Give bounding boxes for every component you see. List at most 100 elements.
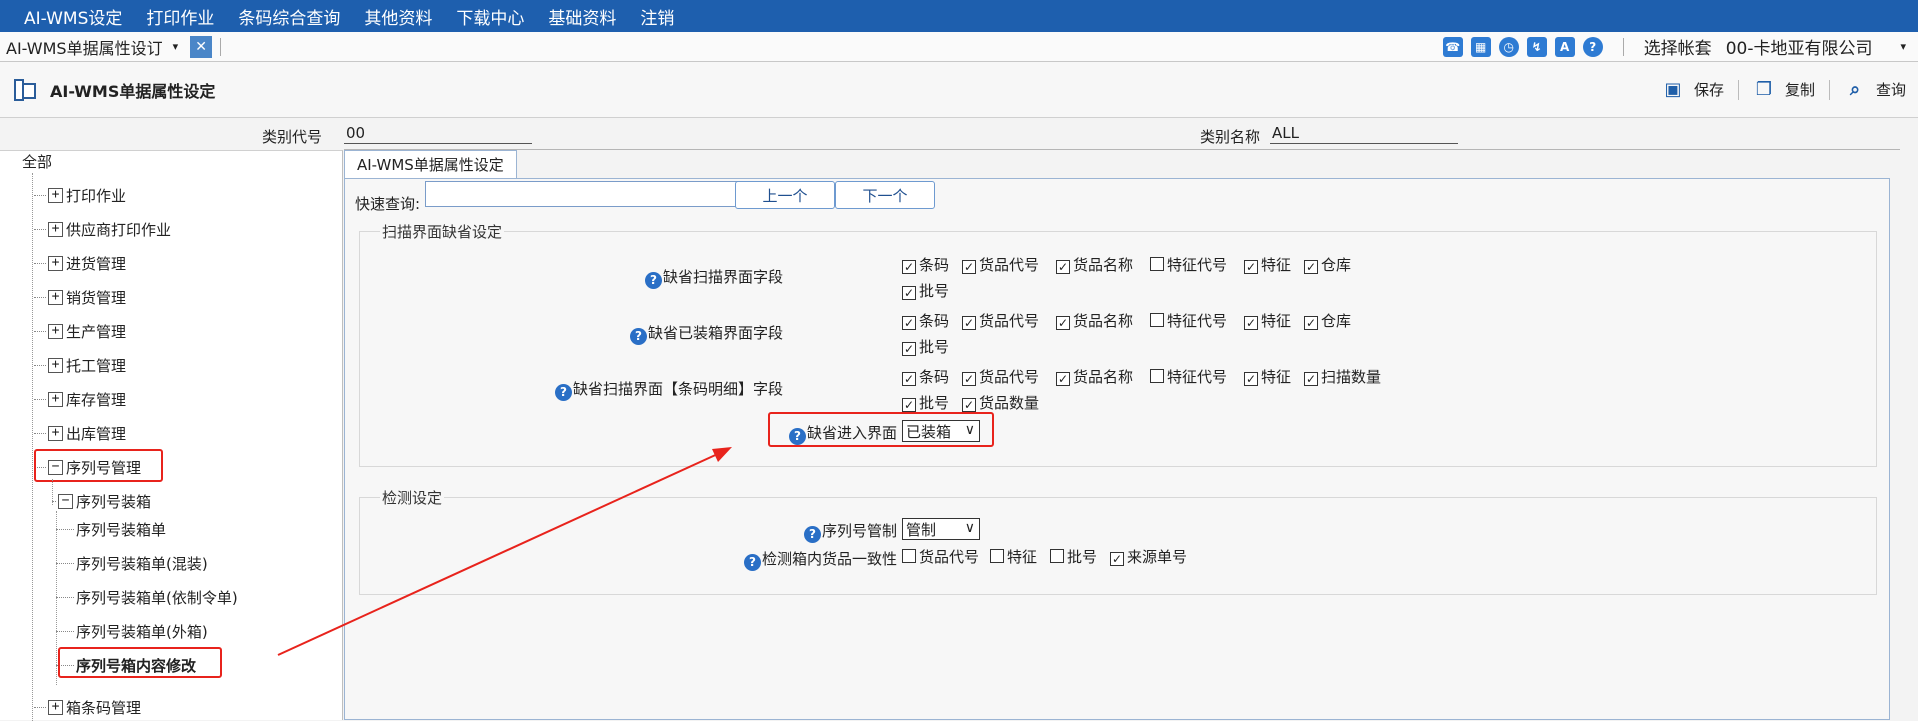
quick-search-label: 快速查询:: [355, 195, 421, 213]
tree-item-serial-packing[interactable]: − 序列号装箱: [52, 491, 151, 512]
menu-barcode-query[interactable]: 条码综合查询: [226, 4, 352, 29]
query-button[interactable]: ⌕ 查询: [1844, 79, 1906, 101]
expand-icon[interactable]: +: [48, 324, 63, 339]
expand-icon[interactable]: +: [48, 426, 63, 441]
checkbox-item-name[interactable]: ✓ 货品名称: [1056, 366, 1133, 387]
save-button[interactable]: ▣ 保存: [1662, 79, 1724, 101]
row-serial-control: ? 序列号管制: [803, 520, 897, 543]
checkbox-feature[interactable]: 特征: [990, 546, 1037, 567]
help-icon[interactable]: ?: [554, 384, 572, 401]
next-button[interactable]: 下一个: [835, 181, 935, 209]
copy-label: 复制: [1784, 81, 1815, 99]
tree-item-print-jobs[interactable]: + 打印作业: [34, 185, 126, 206]
menu-logout[interactable]: 注销: [628, 4, 686, 29]
tree-item-inventory[interactable]: + 库存管理: [34, 389, 126, 410]
checkbox-batch[interactable]: ✓ 批号: [902, 336, 949, 357]
tree-leaf-packing-by-order[interactable]: 序列号装箱单(依制令单): [56, 587, 238, 608]
checkbox-item-name[interactable]: ✓ 货品名称: [1056, 254, 1133, 275]
highlight-box: [58, 647, 222, 678]
tree-root[interactable]: 全部: [22, 151, 52, 172]
checkbox-item-code[interactable]: ✓ 货品代号: [962, 366, 1039, 387]
category-name-field[interactable]: ALL: [1270, 124, 1458, 144]
tree-leaf-packing-list[interactable]: 序列号装箱单: [56, 519, 166, 540]
tree-leaf-packing-outer[interactable]: 序列号装箱单(外箱): [56, 621, 208, 642]
highlight-box: [34, 449, 163, 482]
tree-item-supplier-print[interactable]: + 供应商打印作业: [34, 219, 171, 240]
tree-item-production[interactable]: + 生产管理: [34, 321, 126, 342]
help-icon[interactable]: ?: [629, 328, 647, 345]
checkbox-warehouse[interactable]: ✓ 仓库: [1304, 310, 1351, 331]
checkbox-batch[interactable]: 批号: [1050, 546, 1097, 567]
compass-icon[interactable]: ◷: [1498, 36, 1519, 57]
row-box-consistency: ? 检测箱内货品一致性: [743, 548, 897, 571]
tree-leaf-packing-mixed[interactable]: 序列号装箱单(混装): [56, 553, 208, 574]
checkbox-feature[interactable]: ✓ 特征: [1244, 310, 1291, 331]
checkbox-feature[interactable]: ✓ 特征: [1244, 254, 1291, 275]
account-select[interactable]: 00-卡地亚有限公司: [1726, 34, 1873, 59]
scan-defaults-group: 扫描界面缺省设定 ? 缺省扫描界面字段 ✓ 条码 ✓ 货品代号 ✓ 货品名称 特征代号 …: [359, 221, 1877, 467]
document-tab[interactable]: AI-WMS单据属性设订 ▾ ✕: [0, 32, 222, 61]
close-icon[interactable]: ✕: [190, 35, 213, 58]
tree-item-sales[interactable]: + 销货管理: [34, 287, 126, 308]
checkbox-barcode[interactable]: ✓ 条码: [902, 254, 949, 275]
tree-item-purchase[interactable]: + 进货管理: [34, 253, 126, 274]
expand-icon[interactable]: +: [48, 222, 63, 237]
help-icon[interactable]: ?: [644, 272, 662, 289]
expand-icon[interactable]: +: [48, 290, 63, 305]
checkbox-barcode[interactable]: ✓ 条码: [902, 310, 949, 331]
page-title: AI-WMS单据属性设定: [50, 81, 216, 101]
expand-icon[interactable]: +: [48, 188, 63, 203]
menu-basic-data[interactable]: 基础资料: [536, 4, 628, 29]
checkbox-item-name[interactable]: ✓ 货品名称: [1056, 310, 1133, 331]
font-icon[interactable]: A: [1554, 36, 1575, 57]
checkbox-feature-code[interactable]: 特征代号: [1150, 310, 1227, 331]
checkbox-batch[interactable]: ✓ 批号: [902, 392, 949, 413]
expand-icon[interactable]: +: [48, 256, 63, 271]
help-icon[interactable]: ?: [743, 554, 761, 571]
document-tab-title: AI-WMS单据属性设订: [6, 38, 163, 58]
category-code-field[interactable]: 00: [344, 124, 532, 144]
refresh-icon[interactable]: ↯: [1526, 36, 1547, 57]
serial-control-select[interactable]: 管制 ∨: [902, 518, 980, 540]
help-icon[interactable]: ?: [803, 526, 821, 543]
copy-window-icon: [14, 78, 36, 101]
checkbox-scan-qty[interactable]: ✓ 扫描数量: [1304, 366, 1381, 387]
chevron-down-icon[interactable]: ▾: [1900, 40, 1906, 53]
help-icon[interactable]: ?: [1582, 36, 1603, 57]
query-label: 查询: [1875, 81, 1906, 99]
expand-icon[interactable]: +: [48, 358, 63, 373]
expand-icon[interactable]: +: [48, 392, 63, 407]
tree-item-outsourcing[interactable]: + 托工管理: [34, 355, 126, 376]
search-icon: ⌕: [1849, 79, 1861, 100]
prev-button[interactable]: 上一个: [735, 181, 835, 209]
checkbox-item-qty[interactable]: ✓ 货品数量: [962, 392, 1039, 413]
calendar-icon[interactable]: ▦: [1470, 36, 1491, 57]
menu-print-jobs[interactable]: 打印作业: [134, 4, 226, 29]
checkbox-barcode[interactable]: ✓ 条码: [902, 366, 949, 387]
checkbox-feature-code[interactable]: 特征代号: [1150, 366, 1227, 387]
phone-icon[interactable]: ☎: [1442, 36, 1463, 57]
checkbox-item-code[interactable]: ✓ 货品代号: [962, 310, 1039, 331]
checkbox-item-code[interactable]: ✓ 货品代号: [962, 254, 1039, 275]
tree-item-outbound[interactable]: + 出库管理: [34, 423, 126, 444]
highlight-box: [768, 412, 994, 447]
menu-other-data[interactable]: 其他资料: [352, 4, 444, 29]
collapse-icon[interactable]: −: [58, 494, 73, 509]
expand-icon[interactable]: +: [48, 700, 63, 715]
toolbar-right: ☎ ▦ ◷ ↯ A ? 选择帐套 00-卡地亚有限公司 ▾: [1435, 32, 1918, 61]
checkbox-feature-code[interactable]: 特征代号: [1150, 254, 1227, 275]
menu-ai-wms-settings[interactable]: AI-WMS设定: [12, 4, 134, 29]
menu-download-center[interactable]: 下载中心: [444, 4, 536, 29]
tab-settings[interactable]: AI-WMS单据属性设定: [344, 150, 517, 178]
checkbox-warehouse[interactable]: ✓ 仓库: [1304, 254, 1351, 275]
checkbox-source-no[interactable]: ✓ 来源单号: [1110, 546, 1187, 567]
row-default-scan-fields: ? 缺省扫描界面字段: [644, 266, 783, 289]
quick-search-input[interactable]: [425, 181, 743, 207]
checkbox-batch[interactable]: ✓ 批号: [902, 280, 949, 301]
tab-row: AI-WMS单据属性设订 ▾ ✕ ☎ ▦ ◷ ↯ A ? 选择帐套 00-卡地亚…: [0, 32, 1918, 62]
tree-item-box-barcode[interactable]: + 箱条码管理: [34, 697, 141, 718]
checkbox-item-code[interactable]: 货品代号: [902, 546, 979, 567]
chevron-down-icon[interactable]: ▾: [173, 40, 179, 53]
copy-button[interactable]: ❐ 复制: [1753, 79, 1815, 101]
checkbox-feature[interactable]: ✓ 特征: [1244, 366, 1291, 387]
